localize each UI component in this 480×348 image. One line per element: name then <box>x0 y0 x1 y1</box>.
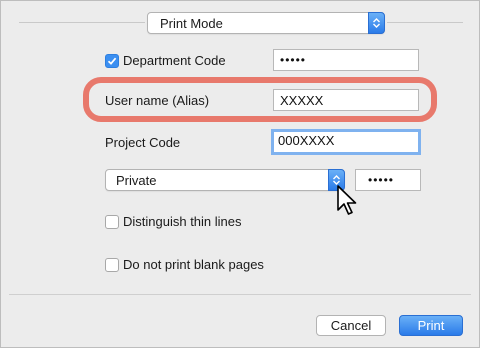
print-button[interactable]: Print <box>399 315 463 336</box>
footer-divider <box>9 294 471 295</box>
print-mode-row: Print Mode <box>1 11 480 35</box>
popup-divider-right <box>387 22 463 23</box>
department-code-checkbox[interactable] <box>105 54 119 68</box>
blank-pages-label: Do not print blank pages <box>123 257 264 272</box>
department-code-label: Department Code <box>123 53 226 68</box>
department-code-field[interactable]: ••••• <box>273 49 419 71</box>
popup-divider-left <box>19 22 145 23</box>
mouse-pointer-icon <box>336 184 358 221</box>
job-type-popup[interactable]: Private <box>105 169 345 191</box>
thin-lines-checkbox[interactable] <box>105 215 119 229</box>
thin-lines-label: Distinguish thin lines <box>123 214 242 229</box>
blank-pages-checkbox[interactable] <box>105 258 119 272</box>
cancel-button[interactable]: Cancel <box>316 315 386 336</box>
user-name-field[interactable]: XXXXX <box>273 89 419 111</box>
print-mode-label: Print Mode <box>160 16 223 31</box>
job-type-label: Private <box>116 173 157 188</box>
print-mode-popup[interactable]: Print Mode <box>147 12 385 34</box>
chevron-up-down-icon <box>368 12 385 34</box>
project-code-label: Project Code <box>105 135 181 150</box>
print-dialog: Print Mode Department Code ••••• User na… <box>0 0 480 348</box>
private-pin-field[interactable]: ••••• <box>355 169 421 191</box>
project-code-field[interactable]: 000XXXX <box>271 129 421 155</box>
user-name-label: User name (Alias) <box>105 93 210 108</box>
